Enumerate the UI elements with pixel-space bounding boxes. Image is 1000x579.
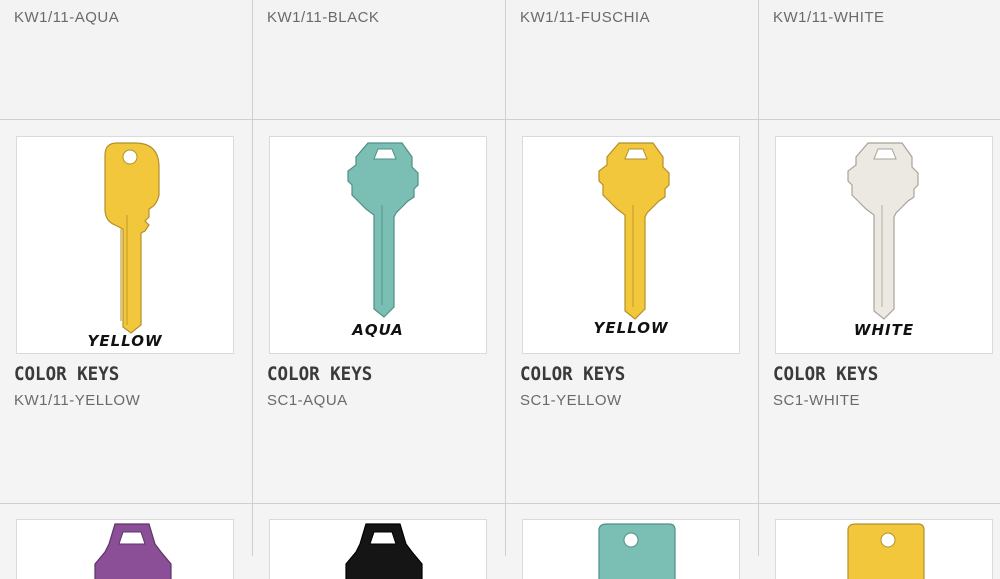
product-sku[interactable]: KW1/11-FUSCHIA — [520, 9, 650, 26]
product-sku[interactable]: SC1-YELLOW — [520, 392, 622, 409]
row-divider — [0, 503, 1000, 504]
key-icon — [345, 523, 423, 579]
product-image[interactable] — [522, 519, 740, 579]
key-icon — [598, 523, 676, 579]
product-image[interactable]: AQUA — [269, 136, 487, 354]
product-sku[interactable]: SC1-AQUA — [267, 392, 348, 409]
key-color-label: YELLOW — [87, 332, 163, 350]
product-title[interactable]: COLOR KEYS — [267, 363, 372, 385]
key-color-label: YELLOW — [593, 319, 669, 337]
column-divider — [252, 0, 253, 556]
product-sku[interactable]: KW1/11-AQUA — [14, 9, 119, 26]
product-sku[interactable]: SC1-WHITE — [773, 392, 860, 409]
row-divider — [0, 119, 1000, 120]
key-icon — [847, 523, 925, 579]
product-title[interactable]: COLOR KEYS — [773, 363, 878, 385]
kw1-key-icon — [104, 142, 160, 334]
product-title[interactable]: COLOR KEYS — [520, 363, 625, 385]
column-divider — [758, 0, 759, 556]
product-title[interactable]: COLOR KEYS — [14, 363, 119, 385]
column-divider — [505, 0, 506, 556]
product-grid: KW1/11-AQUA KW1/11-BLACK KW1/11-FUSCHIA … — [0, 0, 1000, 579]
key-color-label: WHITE — [853, 321, 915, 339]
product-image[interactable] — [775, 519, 993, 579]
product-sku[interactable]: KW1/11-YELLOW — [14, 392, 140, 409]
product-image[interactable]: YELLOW — [16, 136, 234, 354]
product-image[interactable]: WHITE — [775, 136, 993, 354]
product-sku[interactable]: KW1/11-WHITE — [773, 9, 885, 26]
product-image[interactable]: YELLOW — [522, 136, 740, 354]
product-image[interactable] — [16, 519, 234, 579]
product-image[interactable] — [269, 519, 487, 579]
key-color-label: AQUA — [352, 321, 404, 339]
product-sku[interactable]: KW1/11-BLACK — [267, 9, 379, 26]
key-icon — [94, 523, 172, 579]
